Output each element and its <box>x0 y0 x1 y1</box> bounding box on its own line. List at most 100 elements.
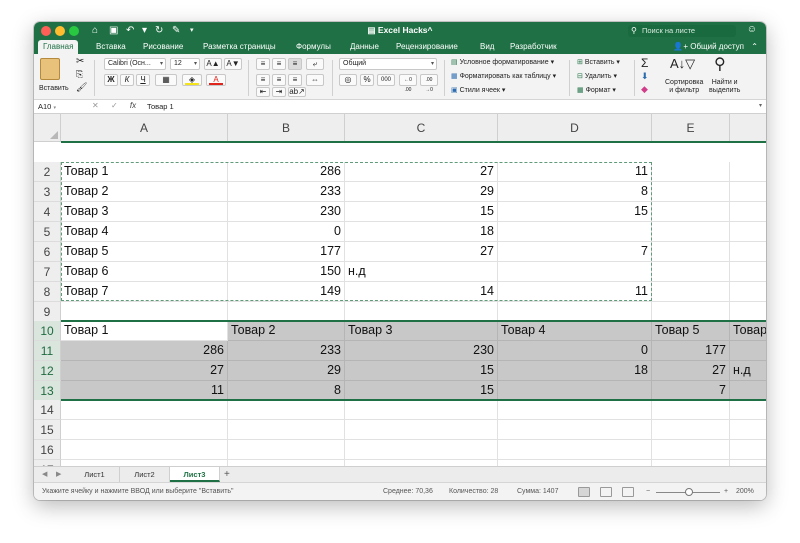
empty-cell[interactable] <box>730 420 766 440</box>
row-header[interactable]: 5 <box>34 222 61 242</box>
row-header[interactable]: 6 <box>34 242 61 262</box>
add-sheet-button[interactable]: + <box>224 467 230 482</box>
cell-e6[interactable] <box>652 242 730 262</box>
cell-b8[interactable]: 149 <box>228 282 345 302</box>
cell-f5[interactable] <box>730 222 766 242</box>
cell-d11[interactable]: 0 <box>498 341 652 361</box>
empty-cell[interactable] <box>228 420 345 440</box>
cell-b10[interactable]: Товар 2 <box>228 321 345 341</box>
cell-e12[interactable]: 27 <box>652 361 730 381</box>
cell-a4[interactable]: Товар 3 <box>61 202 228 222</box>
cell-c12[interactable]: 15 <box>345 361 498 381</box>
underline-button[interactable]: Ч <box>136 74 150 86</box>
cell-b6[interactable]: 177 <box>228 242 345 262</box>
cell-c13[interactable]: 15 <box>345 381 498 400</box>
font-name-select[interactable]: Calibri (Осн... ▾ <box>104 58 166 70</box>
align-right-button[interactable]: ≡ <box>288 74 302 86</box>
sheet-tab-3[interactable]: Лист3 <box>170 467 220 482</box>
decrease-decimal-button[interactable]: .00 →0 <box>420 74 438 93</box>
cell-c4[interactable]: 15 <box>345 202 498 222</box>
copy-icon[interactable]: ⎘ <box>76 69 83 80</box>
cell-d6[interactable]: 7 <box>498 242 652 262</box>
tab-draw[interactable]: Рисование <box>138 40 188 54</box>
row-header[interactable]: 16 <box>34 440 61 460</box>
row-header[interactable]: 10 <box>34 321 61 341</box>
cell-f10[interactable]: Товар <box>730 321 766 341</box>
cell-e3[interactable] <box>652 182 730 202</box>
row-header[interactable]: 8 <box>34 282 61 302</box>
tab-view[interactable]: Вид <box>475 40 499 54</box>
cell-a6[interactable]: Товар 5 <box>61 242 228 262</box>
empty-cell[interactable] <box>345 440 498 460</box>
tab-page-layout[interactable]: Разметка страницы <box>198 40 281 54</box>
align-center-button[interactable]: ≡ <box>272 74 286 86</box>
sort-filter-button[interactable]: Сортировка и фильтр <box>665 79 703 95</box>
search-sheet-input[interactable]: ⚲ Поиск на листе <box>628 25 736 37</box>
format-cells-button[interactable]: ▦ Формат ▾ <box>577 86 616 94</box>
row-header[interactable]: 3 <box>34 182 61 202</box>
row-header[interactable]: 15 <box>34 420 61 440</box>
delete-cells-button[interactable]: ⊟ Удалить ▾ <box>577 72 617 80</box>
cell-f3[interactable] <box>730 182 766 202</box>
cell-c2[interactable]: 27 <box>345 162 498 182</box>
cell-d9[interactable] <box>498 302 652 322</box>
cell-b4[interactable]: 230 <box>228 202 345 222</box>
format-as-table-button[interactable]: ▦ Форматировать как таблицу ▾ <box>451 72 556 80</box>
zoom-in-button[interactable]: + <box>724 483 728 500</box>
empty-cell[interactable] <box>61 420 228 440</box>
empty-cell[interactable] <box>345 400 498 420</box>
cell-a2[interactable]: Товар 1 <box>61 162 228 182</box>
row-header[interactable]: 2 <box>34 162 61 182</box>
confirm-icon[interactable]: ✓ <box>111 101 118 110</box>
cell-e13[interactable]: 7 <box>652 381 730 400</box>
font-color-button[interactable]: A <box>206 74 226 86</box>
cell-b13[interactable]: 8 <box>228 381 345 400</box>
wrap-text-button[interactable]: ⤶ <box>306 58 324 70</box>
insert-cells-button[interactable]: ⊞ Вставить ▾ <box>577 58 620 66</box>
cell-a13[interactable]: 11 <box>61 381 228 400</box>
clear-icon[interactable]: ◆ <box>641 84 648 95</box>
zoom-out-button[interactable]: − <box>646 483 650 500</box>
cell-d2[interactable]: 11 <box>498 162 652 182</box>
cell-f8[interactable] <box>730 282 766 302</box>
grow-font-button[interactable]: A▲ <box>204 58 222 70</box>
cell-f12[interactable]: н.д <box>730 361 766 381</box>
column-header-b[interactable]: B <box>228 114 345 142</box>
cell-a9[interactable] <box>61 302 228 322</box>
cell-c5[interactable]: 18 <box>345 222 498 242</box>
sheet-tab-1[interactable]: Лист1 <box>70 467 120 482</box>
tab-data[interactable]: Данные <box>345 40 384 54</box>
cell-styles-button[interactable]: ▣ Стили ячеек ▾ <box>451 86 505 94</box>
autosum-button[interactable]: Σ <box>641 56 648 70</box>
cell-c3[interactable]: 29 <box>345 182 498 202</box>
cell-d12[interactable]: 18 <box>498 361 652 381</box>
row-header[interactable]: 14 <box>34 400 61 420</box>
page-break-view-button[interactable] <box>622 487 634 497</box>
cell-f6[interactable] <box>730 242 766 262</box>
cell-f11[interactable] <box>730 341 766 361</box>
column-header-c[interactable]: C <box>345 114 498 142</box>
select-all-button[interactable] <box>34 114 61 142</box>
italic-button[interactable]: К <box>120 74 134 86</box>
cell-a10-active[interactable]: Товар 1 <box>61 321 228 341</box>
cell-e7[interactable] <box>652 262 730 282</box>
cell-f4[interactable] <box>730 202 766 222</box>
cut-icon[interactable]: ✂ <box>76 56 84 67</box>
cell-b7[interactable]: 150 <box>228 262 345 282</box>
empty-cell[interactable] <box>498 440 652 460</box>
empty-cell[interactable] <box>61 440 228 460</box>
fill-color-button[interactable]: ◈ <box>182 74 202 86</box>
tab-developer[interactable]: Разработчик <box>505 40 562 54</box>
cell-e9[interactable] <box>652 302 730 322</box>
cell-b5[interactable]: 0 <box>228 222 345 242</box>
row-header[interactable]: 7 <box>34 262 61 282</box>
cell-f7[interactable] <box>730 262 766 282</box>
share-button[interactable]: 👤+ Общий доступ <box>673 40 744 53</box>
cell-d4[interactable]: 15 <box>498 202 652 222</box>
merge-cells-button[interactable]: ⇔ <box>306 74 324 86</box>
row-header[interactable]: 13 <box>34 381 61 401</box>
find-select-icon[interactable]: ⚲ <box>714 54 726 74</box>
cell-b3[interactable]: 233 <box>228 182 345 202</box>
collapse-ribbon-icon[interactable]: ⌃ <box>751 40 758 53</box>
cell-c8[interactable]: 14 <box>345 282 498 302</box>
